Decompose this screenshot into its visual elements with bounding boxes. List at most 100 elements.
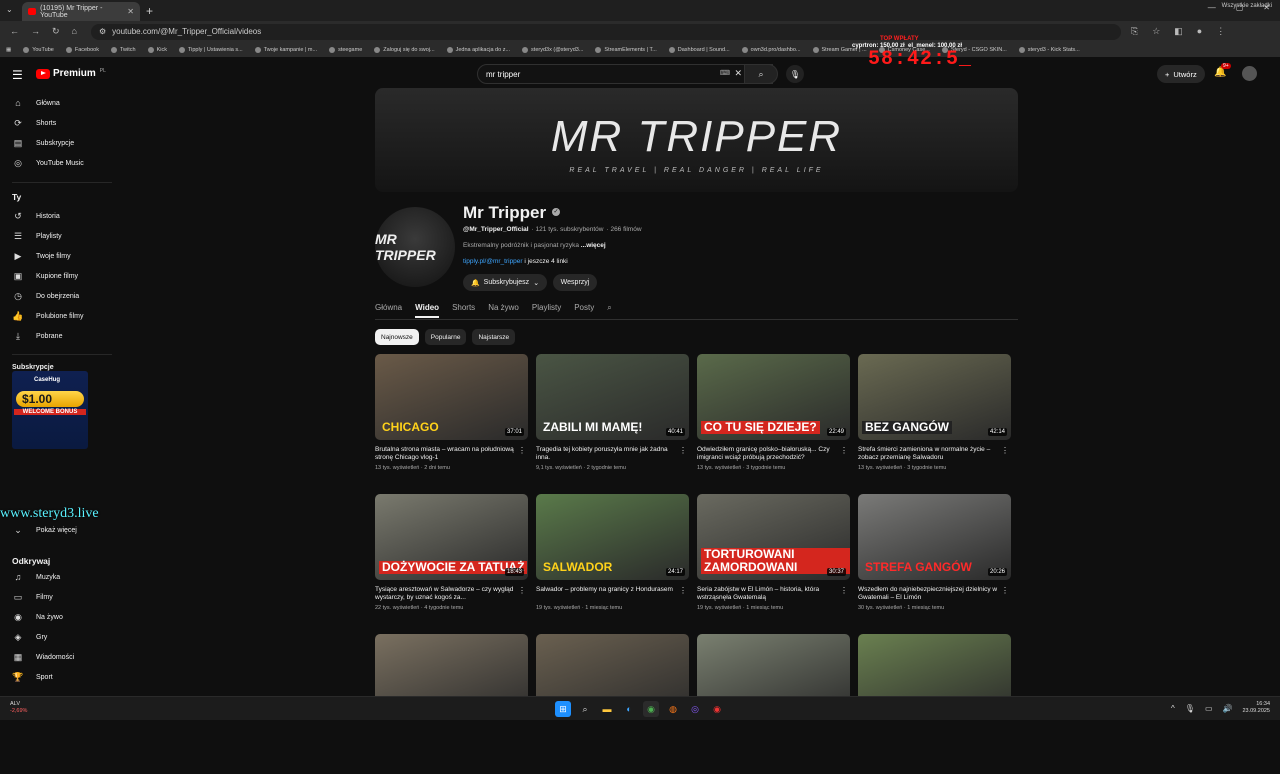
- chrome-icon[interactable]: ◉: [643, 701, 659, 717]
- site-info-icon[interactable]: ⚙: [99, 27, 106, 36]
- more-options-icon[interactable]: ⋮: [518, 446, 526, 455]
- sidebar-item[interactable]: ▣ Kupione filmy: [12, 271, 78, 282]
- sort-chip[interactable]: Najstarsze: [472, 329, 516, 345]
- voice-search-button[interactable]: 🎙: [786, 65, 804, 83]
- all-bookmarks[interactable]: Wszystkie zakładki: [1222, 3, 1272, 9]
- video-card[interactable]: CO TU SIĘ DZIEJE? 22:49 Odwiedziłem granic…: [697, 354, 850, 494]
- sidebar-heading-subscriptions[interactable]: Subskrypcje: [12, 364, 54, 371]
- sidebar-item[interactable]: ◈ Gry: [12, 632, 48, 643]
- more-links[interactable]: i jeszcze 4 linki: [524, 258, 567, 265]
- sort-chip[interactable]: Popularne: [424, 329, 467, 345]
- subscribe-button[interactable]: 🔔 Subskrybujesz ⌄: [463, 274, 547, 291]
- url-field[interactable]: ⚙ youtube.com/@Mr_Tripper_Official/video…: [90, 23, 1121, 40]
- sidebar-item[interactable]: ▭ Filmy: [12, 592, 53, 603]
- more-options-icon[interactable]: ⋮: [679, 586, 687, 595]
- reload-icon[interactable]: ↻: [52, 26, 60, 37]
- video-card[interactable]: DOŻYWOCIE ZA TATUAŻ 18:43 Tysiące aresztow…: [375, 494, 528, 634]
- sidebar-item[interactable]: ◷ Do obejrzenia: [12, 291, 79, 302]
- more-icon[interactable]: ⋮: [1216, 26, 1225, 37]
- sidebar-item[interactable]: ▤ Subskrypcje: [12, 138, 74, 149]
- home-icon[interactable]: ⌂: [72, 26, 77, 37]
- mic-tray-icon[interactable]: 🎙: [1185, 704, 1195, 713]
- video-title[interactable]: Salwador – problemy na granicy z Hondura…: [536, 586, 676, 602]
- bookmark-item[interactable]: Twitch: [110, 46, 136, 53]
- sidebar-item[interactable]: ◎ YouTube Music: [12, 158, 84, 169]
- create-button[interactable]: + Utwórz: [1157, 65, 1205, 83]
- forward-icon[interactable]: →: [31, 26, 40, 37]
- sidebar-item[interactable]: ↺ Historia: [12, 211, 60, 222]
- video-title[interactable]: Tragedia tej kobiety poruszyła mnie jak …: [536, 446, 676, 462]
- browser-tab-youtube[interactable]: (10195) Mr Tripper - YouTube ✕: [22, 2, 140, 21]
- install-icon[interactable]: ⎘: [1131, 26, 1138, 37]
- channel-tab[interactable]: Wideo: [415, 303, 440, 318]
- app-icon[interactable]: ◎: [687, 701, 703, 717]
- channel-tab[interactable]: Posty: [574, 303, 594, 318]
- video-thumbnail[interactable]: BEZ GANGÓW 42:14: [858, 354, 1011, 440]
- video-card[interactable]: CHICAGO 37:01 Brutalna strona miasta – wra…: [375, 354, 528, 494]
- windows-start-icon[interactable]: ⊞: [555, 701, 571, 717]
- video-card[interactable]: STREFA GANGÓW 20:26 Wszedłem do najniebezp…: [858, 494, 1011, 634]
- video-title[interactable]: Brutalna strona miasta – wracam na połud…: [375, 446, 515, 462]
- more-options-icon[interactable]: ⋮: [840, 586, 848, 595]
- hamburger-menu-icon[interactable]: ☰: [12, 68, 23, 82]
- sidebar-item[interactable]: 👍 Polubione filmy: [12, 311, 83, 322]
- close-tab-icon[interactable]: ✕: [127, 7, 134, 16]
- notifications-button[interactable]: 🔔 9+: [1214, 63, 1231, 78]
- more-options-icon[interactable]: ⋮: [1001, 586, 1009, 595]
- video-card[interactable]: ZABILI MI MAMĘ! 40:41 Tragedia tej kobiety…: [536, 354, 689, 494]
- bookmark-item[interactable]: steryd3x (@steryd3...: [522, 46, 583, 53]
- channel-avatar[interactable]: MR TRIPPER: [375, 207, 455, 287]
- taskbar-search-icon[interactable]: ⌕: [577, 701, 593, 717]
- clock[interactable]: 16:34 23.09.2025: [1242, 701, 1270, 715]
- video-thumbnail[interactable]: SALWADOR 24:17: [536, 494, 689, 580]
- back-icon[interactable]: ←: [10, 26, 19, 37]
- sidebar-item[interactable]: ⌂ Główna: [12, 98, 59, 108]
- video-card[interactable]: SALWADOR 24:17 Salwador – problemy na gran…: [536, 494, 689, 634]
- account-avatar[interactable]: [1242, 66, 1257, 81]
- sidebar-item[interactable]: ⤓ Pobrane: [12, 331, 62, 342]
- search-input[interactable]: mr tripper ⌨ ✕: [477, 64, 773, 84]
- video-title[interactable]: Odwiedziłem granicę polsko–białoruską...…: [697, 446, 837, 462]
- sidebar-item[interactable]: ♫ Muzyka: [12, 572, 61, 582]
- bookmark-item[interactable]: steryd3 - Kick Stats...: [1018, 46, 1080, 53]
- channel-tab[interactable]: Na żywo: [488, 303, 519, 318]
- clear-search-icon[interactable]: ✕: [734, 68, 742, 79]
- channel-link[interactable]: tipply.pl/@mr_tripper: [463, 258, 523, 265]
- obs-icon[interactable]: ◉: [709, 701, 725, 717]
- video-thumbnail[interactable]: CHICAGO 37:01: [375, 354, 528, 440]
- apps-icon[interactable]: ▦: [6, 47, 11, 53]
- bookmark-item[interactable]: Kick: [147, 46, 167, 53]
- more-options-icon[interactable]: ⋮: [679, 446, 687, 455]
- tab-list-icon[interactable]: ⌄: [6, 5, 13, 14]
- more-options-icon[interactable]: ⋮: [518, 586, 526, 595]
- video-thumbnail[interactable]: ZABILI MI MAMĘ! 40:41: [536, 354, 689, 440]
- firefox-icon[interactable]: ◍: [665, 701, 681, 717]
- video-card[interactable]: BEZ GANGÓW 42:14 Strefa śmierci zamieniona…: [858, 354, 1011, 494]
- sidebar-item[interactable]: ▶ Twoje filmy: [12, 251, 71, 262]
- youtube-logo[interactable]: Premium PL: [36, 68, 106, 79]
- edge-icon[interactable]: ◐: [621, 701, 637, 717]
- bookmark-item[interactable]: Zaloguj się do swoj...: [374, 46, 435, 53]
- file-explorer-icon[interactable]: ▬: [599, 701, 615, 717]
- channel-search-icon[interactable]: ⌕: [607, 303, 611, 318]
- bookmark-star-icon[interactable]: ☆: [1152, 26, 1160, 37]
- sidebar-item[interactable]: ◉ Na żywo: [12, 612, 63, 623]
- support-button[interactable]: Wesprzyj: [553, 274, 597, 291]
- channel-tab[interactable]: Playlisty: [532, 303, 561, 318]
- show-more-button[interactable]: ⌄ Pokaż więcej: [12, 525, 77, 536]
- channel-tab[interactable]: Shorts: [452, 303, 475, 318]
- keyboard-icon[interactable]: ⌨: [720, 69, 730, 77]
- bookmark-item[interactable]: YouTube: [23, 46, 54, 53]
- search-button[interactable]: ⌕: [744, 64, 778, 84]
- bookmark-item[interactable]: Facebook: [65, 46, 99, 53]
- extensions-icon[interactable]: ◧: [1174, 26, 1183, 37]
- network-icon[interactable]: ▭: [1205, 704, 1213, 713]
- description-more[interactable]: ...więcej: [581, 242, 606, 249]
- more-options-icon[interactable]: ⋮: [840, 446, 848, 455]
- minimize-icon[interactable]: —: [1208, 3, 1216, 12]
- channel-tab[interactable]: Główna: [375, 303, 402, 318]
- video-thumbnail[interactable]: TORTUROWANI ZAMORDOWANI 30:37: [697, 494, 850, 580]
- video-title[interactable]: Tysiące aresztowań w Salwadorze – czy wy…: [375, 586, 515, 602]
- video-title[interactable]: Strefa śmierci zamieniona w normalne życ…: [858, 446, 998, 462]
- video-title[interactable]: Wszedłem do najniebezpieczniejszej dziel…: [858, 586, 998, 602]
